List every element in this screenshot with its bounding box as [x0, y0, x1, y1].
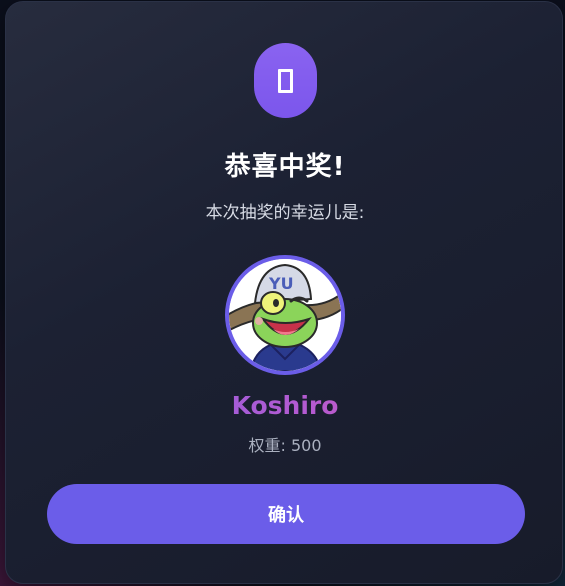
dialog-subtitle: 本次抽奖的幸运儿是:: [205, 203, 365, 223]
svg-text:YU: YU: [268, 274, 294, 293]
dialog-title: 恭喜中奖!: [224, 152, 346, 182]
trophy-icon: [278, 68, 293, 93]
confirm-button[interactable]: 确认: [47, 484, 525, 544]
trophy-icon-badge: [254, 43, 317, 118]
winner-avatar: YU: [225, 255, 345, 375]
winner-weight: 权重: 500: [248, 436, 322, 455]
frog-avatar-image: YU: [229, 259, 341, 371]
winner-dialog: 恭喜中奖! 本次抽奖的幸运儿是: YU Koshiro 权重: 500 确认: [5, 1, 563, 584]
winner-name: Koshiro: [6, 391, 564, 420]
